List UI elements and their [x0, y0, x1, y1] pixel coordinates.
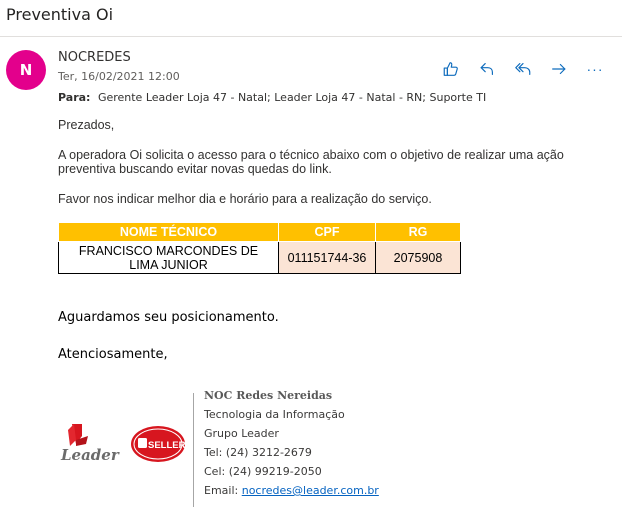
seller-logo-text: SELLER	[148, 440, 186, 451]
forward-icon	[552, 63, 566, 75]
signature-email-link[interactable]: nocredes@leader.com.br	[242, 484, 379, 497]
thumbs-up-icon	[443, 62, 458, 76]
header-nome-tecnico: NOME TÉCNICO	[58, 222, 279, 242]
message-actions: ···	[440, 58, 606, 80]
to-label: Para:	[58, 91, 91, 104]
cell-name: FRANCISCO MARCONDES DE LIMA JUNIOR	[58, 241, 279, 274]
cell-name-line-1: FRANCISCO MARCONDES DE	[78, 243, 259, 258]
sender-name[interactable]: NOCREDES	[58, 50, 131, 65]
leader-logo: Leader	[60, 424, 120, 464]
more-actions-button[interactable]: ···	[584, 58, 606, 80]
sender-avatar[interactable]: N	[6, 50, 46, 90]
paragraph-1-line-1: A operadora Oi solicita o acesso para o …	[58, 148, 564, 162]
subject-bar: Preventiva Oi	[0, 0, 622, 37]
signature-divider	[193, 393, 194, 507]
closing-line-2: Atenciosamente,	[58, 347, 168, 362]
table-row: FRANCISCO MARCONDES DE LIMA JUNIOR 01115…	[58, 241, 461, 274]
paragraph-2: Favor nos indicar melhor dia e horário p…	[58, 192, 432, 206]
like-button[interactable]	[440, 58, 462, 80]
signature-group: Grupo Leader	[204, 427, 279, 440]
cell-rg: 2075908	[375, 241, 461, 274]
signature-name: NOC Redes Nereidas	[204, 389, 333, 402]
header-rg: RG	[375, 222, 461, 242]
sent-date: Ter, 16/02/2021 12:00	[58, 70, 180, 83]
forward-button[interactable]	[548, 58, 570, 80]
recipients-line: Para: Gerente Leader Loja 47 - Natal; Le…	[58, 91, 486, 104]
paragraph-1-line-2: preventiva buscando evitar novas quedas …	[58, 162, 332, 176]
signature-tel: Tel: (24) 3212-2679	[204, 446, 312, 459]
technician-table: NOME TÉCNICO CPF RG FRANCISCO MARCONDES …	[58, 222, 461, 274]
reply-all-icon	[515, 63, 531, 75]
reply-button[interactable]	[476, 58, 498, 80]
email-subject: Preventiva Oi	[6, 5, 114, 24]
table-header-row: NOME TÉCNICO CPF RG	[58, 222, 461, 242]
signature-email-label: Email:	[204, 484, 239, 497]
closing-line-1: Aguardamos seu posicionamento.	[58, 310, 279, 325]
signature-cel: Cel: (24) 99219-2050	[204, 465, 322, 478]
seller-logo: SELLER	[131, 426, 186, 462]
reply-icon	[480, 63, 493, 75]
leader-logo-text: Leader	[60, 446, 120, 464]
signature-dept: Tecnologia da Informação	[204, 408, 345, 421]
signature-email-line: Email: nocredes@leader.com.br	[204, 484, 379, 497]
recipients-list[interactable]: Gerente Leader Loja 47 - Natal; Leader L…	[98, 91, 486, 104]
cell-name-line-2: LIMA JUNIOR	[129, 257, 208, 272]
header-cpf: CPF	[278, 222, 376, 242]
greeting: Prezados,	[58, 118, 115, 132]
reply-all-button[interactable]	[512, 58, 534, 80]
cell-cpf: 011151744-36	[278, 241, 376, 274]
